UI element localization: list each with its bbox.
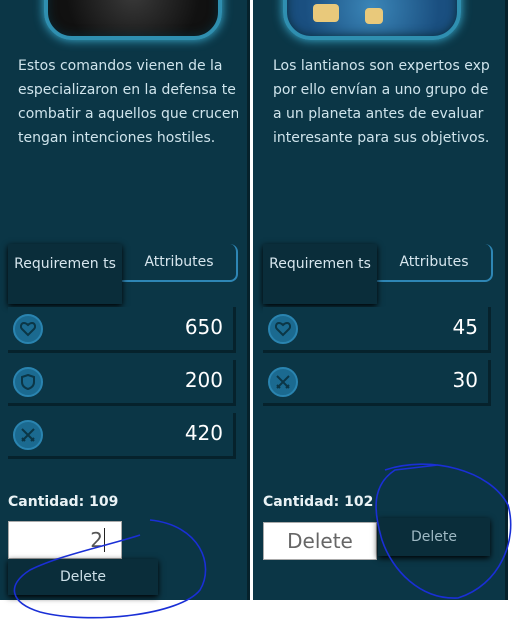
annotation-circle-right [375,463,512,599]
annotation-overlay [13,463,512,619]
screenshot-stage: Estos comandos vienen de la especializar… [0,0,515,625]
annotation-circle-left [13,519,207,619]
